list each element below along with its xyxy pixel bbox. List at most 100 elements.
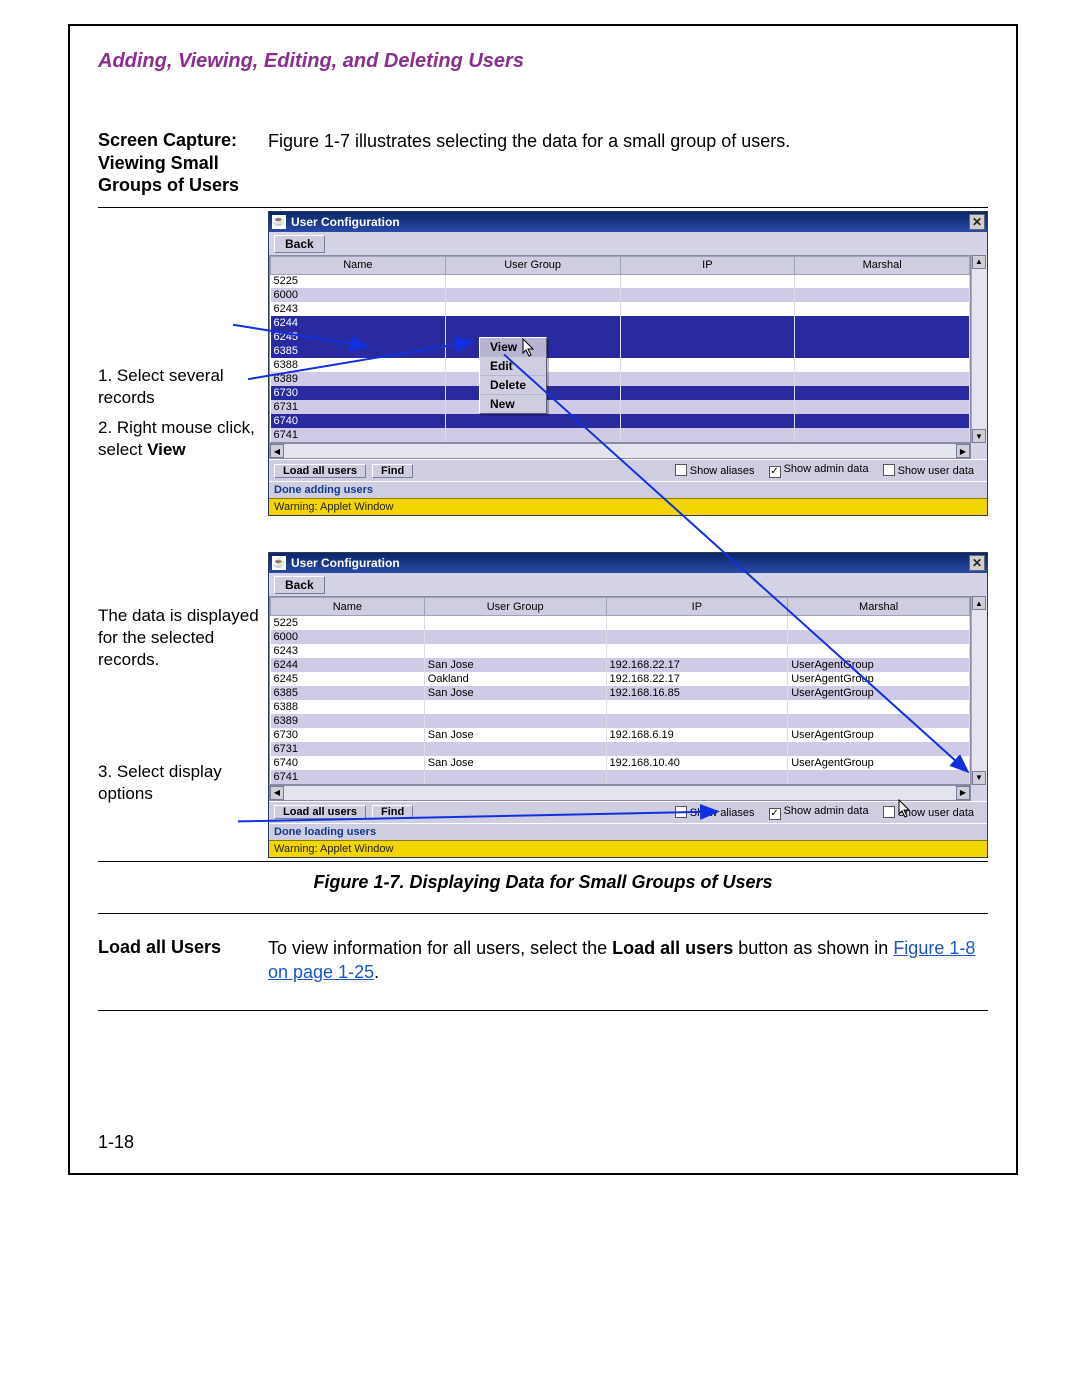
col-ip[interactable]: IP bbox=[620, 256, 795, 274]
vertical-scrollbar[interactable]: ▲ ▼ bbox=[971, 255, 987, 444]
load-all-users-button[interactable]: Load all users bbox=[274, 464, 366, 478]
show-admin-option[interactable]: Show admin data bbox=[769, 463, 869, 478]
scroll-down-icon[interactable]: ▼ bbox=[972, 429, 986, 443]
col-marshal[interactable]: Marshal bbox=[788, 598, 970, 616]
context-menu[interactable]: View Edit Delete New bbox=[479, 337, 547, 414]
checkbox-checked-icon[interactable] bbox=[769, 808, 781, 820]
table-cell: 6245 bbox=[271, 672, 425, 686]
table-cell bbox=[795, 358, 970, 372]
scroll-down-icon[interactable]: ▼ bbox=[972, 771, 986, 785]
table-row[interactable]: 6740San Jose192.168.10.40UserAgentGroup bbox=[271, 756, 970, 770]
table-row[interactable]: 6389 bbox=[271, 714, 970, 728]
col-usergroup[interactable]: User Group bbox=[424, 598, 606, 616]
back-button[interactable]: Back bbox=[274, 235, 325, 253]
table-row[interactable]: 6741 bbox=[271, 428, 970, 442]
checkbox-icon[interactable] bbox=[675, 806, 687, 818]
close-icon[interactable]: ✕ bbox=[969, 214, 985, 230]
menu-new[interactable]: New bbox=[480, 395, 546, 413]
show-aliases-option[interactable]: Show aliases bbox=[675, 464, 755, 477]
table-cell bbox=[424, 770, 606, 784]
table-row[interactable]: 6740 bbox=[271, 414, 970, 428]
col-usergroup[interactable]: User Group bbox=[445, 256, 620, 274]
scroll-left-icon[interactable]: ◀ bbox=[270, 786, 284, 800]
table-row[interactable]: 6244San Jose192.168.22.17UserAgentGroup bbox=[271, 658, 970, 672]
load-all-users-button[interactable]: Load all users bbox=[274, 805, 366, 819]
table-cell: 6389 bbox=[271, 714, 425, 728]
table-row[interactable]: 6243 bbox=[271, 644, 970, 658]
horizontal-scrollbar[interactable]: ◀ ▶ bbox=[269, 785, 971, 801]
table-row[interactable]: 6385San Jose192.168.16.85UserAgentGroup bbox=[271, 686, 970, 700]
table-row[interactable]: 6389 bbox=[271, 372, 970, 386]
table-row[interactable]: 6243 bbox=[271, 302, 970, 316]
menu-delete[interactable]: Delete bbox=[480, 376, 546, 395]
close-icon[interactable]: ✕ bbox=[969, 555, 985, 571]
table-cell: 5225 bbox=[271, 274, 446, 288]
table-row[interactable]: 5225 bbox=[271, 274, 970, 288]
table-row[interactable]: 6244 bbox=[271, 316, 970, 330]
scroll-right-icon[interactable]: ▶ bbox=[956, 786, 970, 800]
scroll-right-icon[interactable]: ▶ bbox=[956, 444, 970, 458]
table-cell: UserAgentGroup bbox=[788, 756, 970, 770]
table-cell bbox=[620, 386, 795, 400]
checkbox-icon[interactable] bbox=[883, 806, 895, 818]
java-cup-icon: ☕ bbox=[272, 556, 286, 570]
table-cell bbox=[606, 700, 788, 714]
horizontal-scrollbar[interactable]: ◀ ▶ bbox=[269, 443, 971, 459]
find-button[interactable]: Find bbox=[372, 805, 413, 819]
table-cell: 192.168.22.17 bbox=[606, 672, 788, 686]
menu-view[interactable]: View bbox=[480, 338, 546, 357]
section-load-all-users: Load all Users To view information for a… bbox=[98, 936, 988, 985]
annotation-left-bottom: The data is displayed for the selected r… bbox=[98, 549, 268, 861]
table-row[interactable]: 6388 bbox=[271, 700, 970, 714]
toolbar: Load all users Find Show aliases Show ad… bbox=[269, 459, 987, 481]
table-cell bbox=[795, 372, 970, 386]
table-row[interactable]: 6731 bbox=[271, 742, 970, 756]
annotation-3: 3. Select display options bbox=[98, 761, 260, 805]
shot-row-bottom: The data is displayed for the selected r… bbox=[98, 549, 988, 861]
table-row[interactable]: 6731 bbox=[271, 400, 970, 414]
table-row[interactable]: 6000 bbox=[271, 630, 970, 644]
table-cell: 6243 bbox=[271, 302, 446, 316]
table-row[interactable]: 6385 bbox=[271, 344, 970, 358]
col-name[interactable]: Name bbox=[271, 598, 425, 616]
table-row[interactable]: 5225 bbox=[271, 616, 970, 630]
vertical-scrollbar[interactable]: ▲ ▼ bbox=[971, 596, 987, 785]
col-ip[interactable]: IP bbox=[606, 598, 788, 616]
table-cell: San Jose bbox=[424, 686, 606, 700]
table-row[interactable]: 6730San Jose192.168.6.19UserAgentGroup bbox=[271, 728, 970, 742]
scroll-up-icon[interactable]: ▲ bbox=[972, 596, 986, 610]
table-row[interactable]: 6388 bbox=[271, 358, 970, 372]
table-cell bbox=[606, 616, 788, 630]
table-cell bbox=[795, 414, 970, 428]
scroll-left-icon[interactable]: ◀ bbox=[270, 444, 284, 458]
window-title: User Configuration bbox=[291, 215, 400, 229]
cursor-icon bbox=[898, 799, 912, 819]
show-aliases-option[interactable]: Show aliases bbox=[675, 806, 755, 819]
col-marshal[interactable]: Marshal bbox=[795, 256, 970, 274]
table-row[interactable]: 6245Oakland192.168.22.17UserAgentGroup bbox=[271, 672, 970, 686]
checkbox-checked-icon[interactable] bbox=[769, 466, 781, 478]
col-name[interactable]: Name bbox=[271, 256, 446, 274]
checkbox-icon[interactable] bbox=[883, 464, 895, 476]
menu-edit[interactable]: Edit bbox=[480, 357, 546, 376]
find-button[interactable]: Find bbox=[372, 464, 413, 478]
back-button[interactable]: Back bbox=[274, 576, 325, 594]
divider bbox=[98, 1010, 988, 1011]
table-row[interactable]: 6245 bbox=[271, 330, 970, 344]
status-bar: Done loading users bbox=[269, 823, 987, 840]
table-cell bbox=[788, 770, 970, 784]
table-row[interactable]: 6000 bbox=[271, 288, 970, 302]
table-cell: 6244 bbox=[271, 316, 446, 330]
table-cell bbox=[620, 414, 795, 428]
show-user-option[interactable]: Show user data bbox=[883, 806, 974, 819]
table-cell bbox=[795, 288, 970, 302]
table-cell: 6000 bbox=[271, 288, 446, 302]
table-row[interactable]: 6730 bbox=[271, 386, 970, 400]
table-cell bbox=[620, 344, 795, 358]
show-admin-option[interactable]: Show admin data bbox=[769, 805, 869, 820]
table-row[interactable]: 6741 bbox=[271, 770, 970, 784]
show-user-option[interactable]: Show user data bbox=[883, 464, 974, 477]
scroll-up-icon[interactable]: ▲ bbox=[972, 255, 986, 269]
checkbox-icon[interactable] bbox=[675, 464, 687, 476]
table-cell bbox=[620, 274, 795, 288]
